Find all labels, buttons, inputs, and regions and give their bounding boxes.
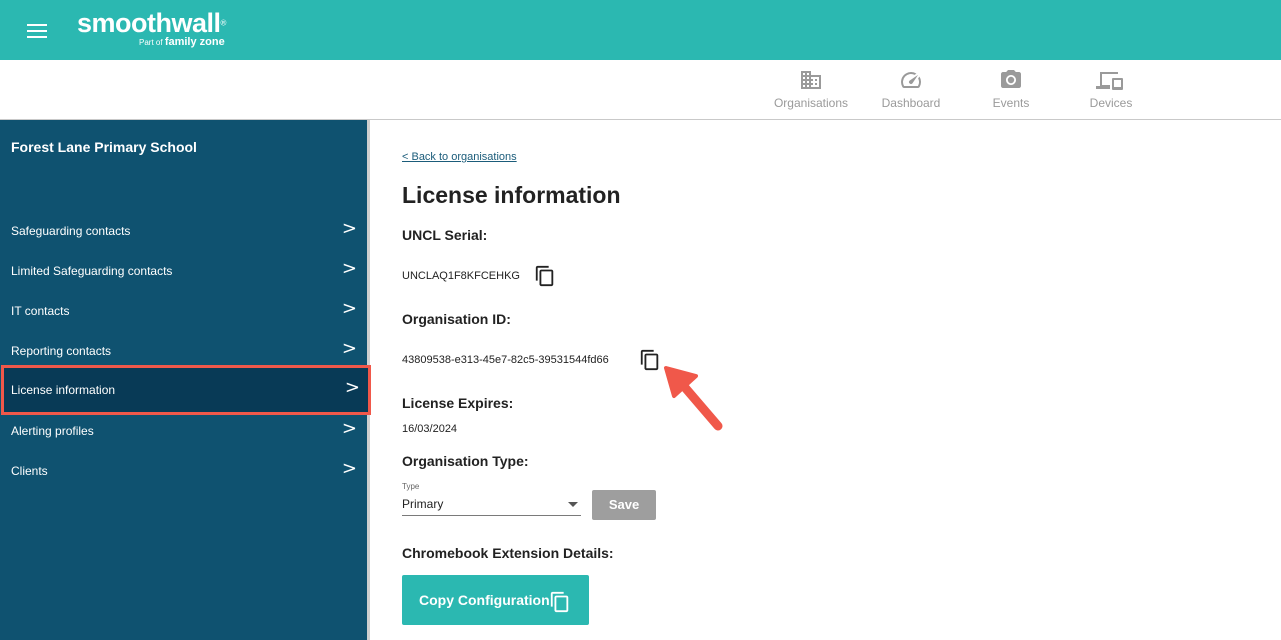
chevron-right-icon: >	[341, 298, 357, 319]
devices-icon	[1096, 72, 1123, 90]
organisation-id-label: Organisation ID:	[402, 311, 511, 327]
menu-icon[interactable]	[27, 24, 47, 38]
sidebar: Forest Lane Primary School Safeguarding …	[0, 120, 371, 640]
chevron-right-icon: >	[341, 418, 357, 439]
sidebar-item-alerting-profiles[interactable]: Alerting profiles >	[0, 413, 367, 449]
copy-icon	[550, 591, 569, 613]
nav-dashboard[interactable]: Dashboard	[861, 68, 961, 110]
gauge-icon	[901, 72, 921, 89]
nav-devices[interactable]: Devices	[1061, 68, 1161, 110]
copy-organisation-id-icon[interactable]	[639, 348, 661, 372]
logo-subtitle: Part of family zone	[139, 36, 225, 48]
back-to-organisations-link[interactable]: < Back to organisations	[402, 151, 517, 163]
top-bar: smoothwall® Part of family zone	[0, 0, 1281, 60]
sidebar-item-reporting-contacts[interactable]: Reporting contacts >	[0, 333, 367, 369]
school-name: Forest Lane Primary School	[11, 139, 197, 155]
sidebar-item-clients[interactable]: Clients >	[0, 453, 367, 489]
license-expires-label: License Expires:	[402, 395, 514, 411]
chevron-right-icon: >	[341, 458, 357, 479]
organisation-type-select[interactable]: Type Primary	[402, 482, 581, 516]
chevron-right-icon: >	[341, 258, 357, 279]
nav-bar: Organisations Dashboard Events Devices	[0, 60, 1281, 120]
organisation-id-value: 43809538-e313-45e7-82c5-39531544fd66	[402, 354, 609, 366]
smoothwall-logo: smoothwall® Part of family zone	[77, 8, 227, 48]
sidebar-item-limited-safeguarding-contacts[interactable]: Limited Safeguarding contacts >	[0, 253, 367, 289]
sidebar-item-it-contacts[interactable]: IT contacts >	[0, 293, 367, 329]
uncl-serial-label: UNCL Serial:	[402, 227, 488, 243]
nav-organisations[interactable]: Organisations	[761, 68, 861, 110]
save-button[interactable]: Save	[592, 490, 656, 520]
building-icon	[801, 71, 821, 89]
chevron-right-icon: >	[341, 338, 357, 359]
page-title: License information	[402, 182, 621, 208]
annotation-arrow-icon	[664, 366, 723, 431]
sidebar-item-license-information[interactable]: License information >	[1, 365, 371, 415]
copy-serial-icon[interactable]	[534, 264, 556, 288]
sidebar-item-safeguarding-contacts[interactable]: Safeguarding contacts >	[0, 213, 367, 249]
type-caption: Type	[402, 482, 420, 491]
nav-events[interactable]: Events	[961, 68, 1061, 110]
license-expires-value: 16/03/2024	[402, 423, 458, 435]
type-selected-value: Primary	[402, 497, 444, 511]
chevron-right-icon: >	[341, 218, 357, 239]
organisation-type-label: Organisation Type:	[402, 453, 529, 469]
logo-brand: smoothwall	[77, 8, 221, 38]
dropdown-caret-icon	[568, 502, 578, 507]
copy-configuration-button[interactable]: Copy Configuration	[402, 575, 589, 625]
camera-icon	[1001, 70, 1021, 88]
chromebook-extension-label: Chromebook Extension Details:	[402, 545, 614, 561]
chevron-right-icon: >	[344, 377, 360, 398]
uncl-serial-value: UNCLAQ1F8KFCEHKG	[402, 270, 520, 282]
